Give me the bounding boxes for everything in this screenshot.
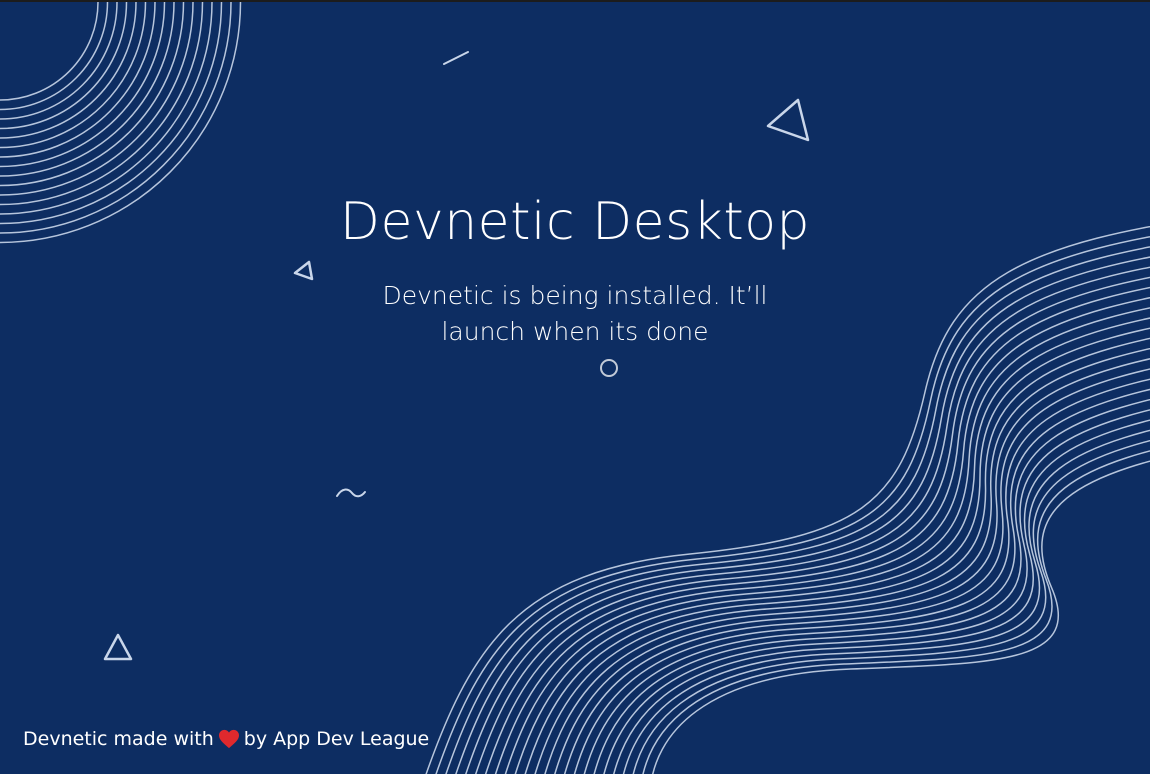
wave-line — [583, 388, 1150, 774]
loading-spinner-icon — [600, 359, 618, 377]
triangle-icon — [766, 98, 810, 142]
footer-text-before: Devnetic made with — [23, 728, 214, 750]
installer-window: Devnetic Desktop Devnetic is being insta… — [0, 0, 1150, 774]
triangle-icon — [103, 633, 133, 661]
ring-line — [0, 2, 156, 158]
ring-line — [0, 2, 175, 177]
ring-line — [0, 2, 185, 187]
ring-line — [0, 2, 204, 206]
ring-line — [0, 2, 223, 225]
wave-line — [652, 460, 1150, 774]
ring-line — [0, 2, 147, 149]
footer-text-after: by App Dev League — [243, 728, 430, 750]
wave-line — [534, 337, 1150, 774]
dash-icon — [443, 51, 469, 65]
wave-line — [524, 327, 1150, 774]
wave-line — [642, 450, 1150, 774]
ring-line — [0, 2, 128, 130]
background-decoration — [0, 2, 1150, 774]
tilde-icon — [336, 488, 366, 498]
triangle-icon — [293, 260, 314, 281]
ring-line — [0, 2, 109, 111]
footer-credit: Devnetic made with by App Dev League — [23, 728, 429, 750]
ring-line — [0, 2, 118, 120]
wave-line — [504, 307, 1150, 774]
heart-icon — [218, 729, 239, 749]
ring-line — [0, 2, 99, 101]
install-status-message: Devnetic is being installed. It’ll launc… — [382, 281, 768, 346]
app-title: Devnetic Desktop — [339, 192, 811, 252]
